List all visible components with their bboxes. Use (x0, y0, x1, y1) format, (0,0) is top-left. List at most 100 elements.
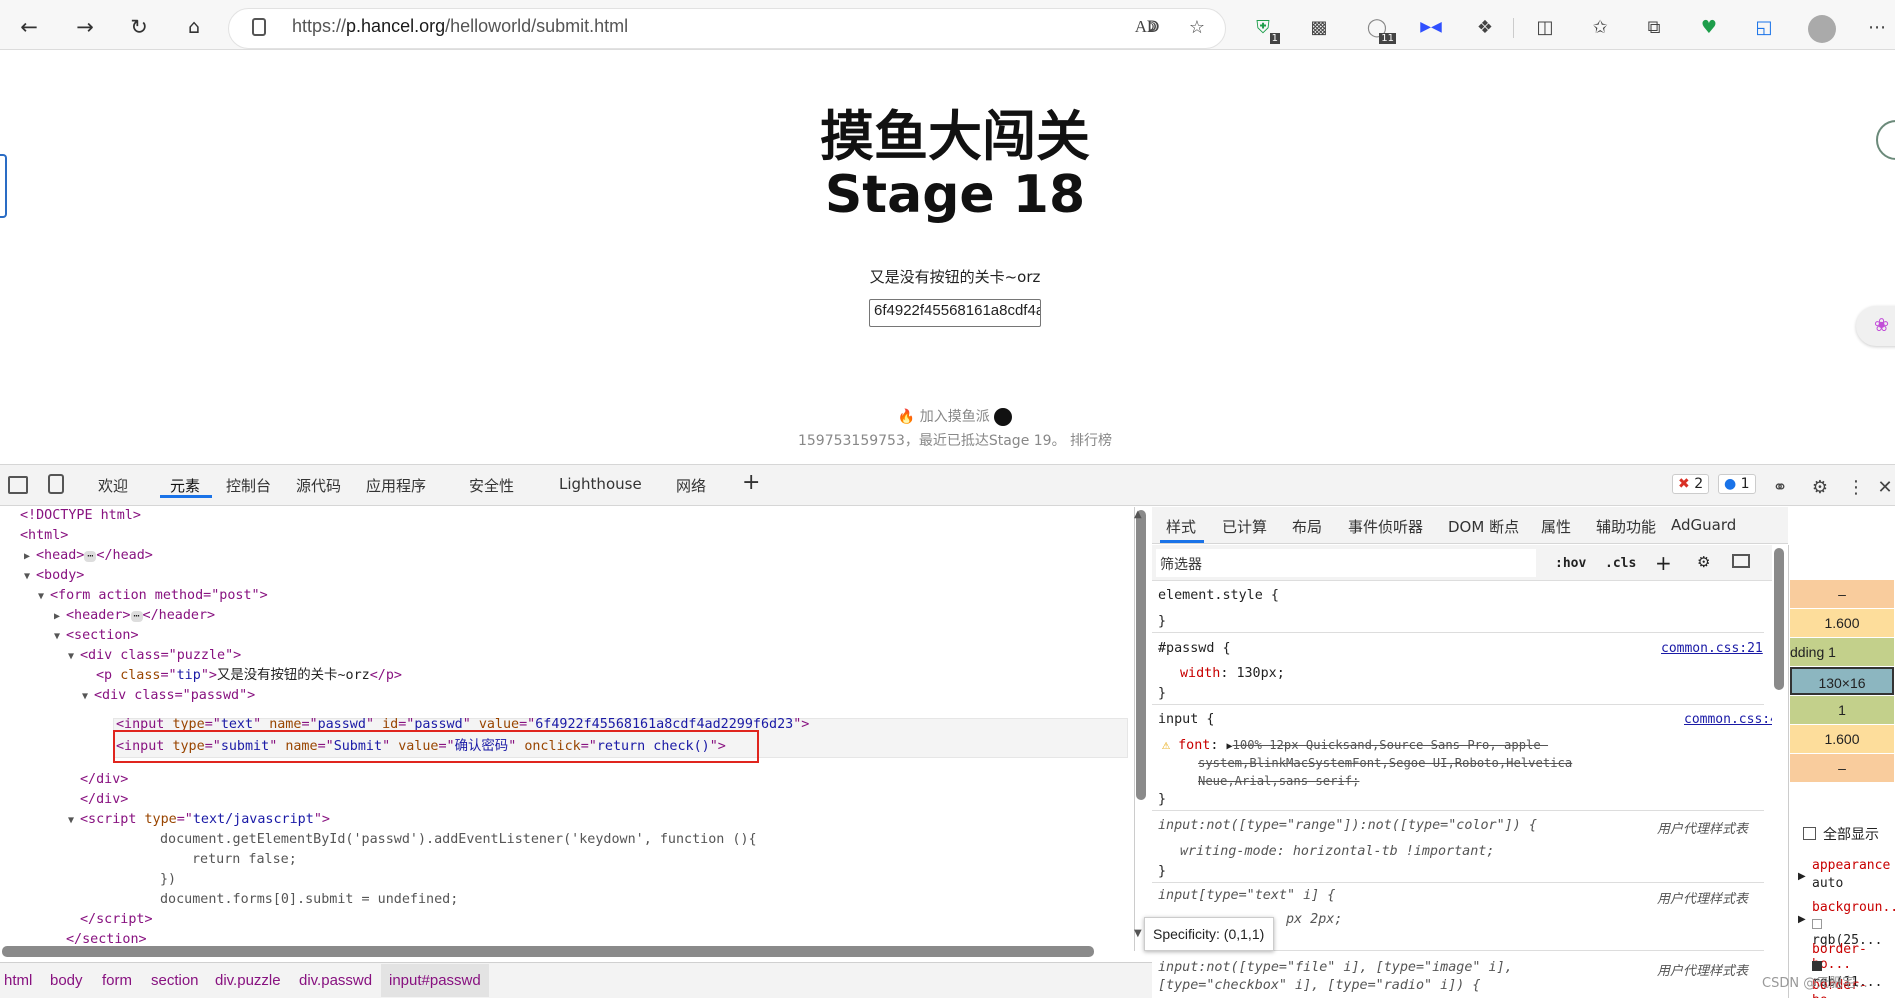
passwd-rule-source-link[interactable]: common.css:21 (1661, 641, 1763, 656)
crumb-form[interactable]: form (102, 972, 132, 989)
tab-styles[interactable]: 样式 (1166, 516, 1196, 537)
dom-p-tip[interactable]: <p class="tip">又是没有按钮的关卡~orz</p> (96, 667, 402, 685)
element-style-selector[interactable]: element.style { (1158, 588, 1279, 603)
box-padding-label[interactable]: dding 1 (1790, 638, 1894, 666)
dom-html[interactable]: <html> (20, 527, 68, 545)
profile-avatar[interactable] (1808, 15, 1836, 43)
ua-rule-3-selector[interactable]: input:not([type="file" i], [type="image"… (1158, 960, 1513, 975)
health-icon[interactable]: ♥ (1696, 14, 1722, 40)
box-border-bottom[interactable]: 1.600 (1790, 725, 1894, 753)
back-button[interactable]: ← (12, 12, 46, 42)
favorite-star-icon[interactable]: ☆ (1184, 14, 1210, 40)
ua-rule-1-declaration[interactable]: writing-mode: horizontal-tb !important; (1180, 844, 1494, 859)
box-padding-bottom[interactable]: 1 (1790, 696, 1894, 724)
ua-rule-1-selector[interactable]: input:not([type="range"]):not([type="col… (1158, 818, 1537, 833)
lock-icon[interactable] (252, 18, 266, 36)
devtools-settings-icon[interactable]: ⚙ (1807, 474, 1833, 500)
collapsed-ellipsis-icon[interactable]: ⋯ (84, 551, 97, 562)
ua-rule-3-selector-cont[interactable]: [type="checkbox" i], [type="radio" i]) { (1158, 978, 1480, 993)
styles-filter-input[interactable]: 筛选器 (1156, 549, 1536, 577)
input-font-declaration[interactable]: ⚠ font: ▶100% 12px Quicksand,Source Sans… (1162, 738, 1548, 753)
puzzle-extensions-icon[interactable]: ❖ (1472, 14, 1498, 40)
home-button[interactable]: ⌂ (177, 12, 211, 42)
dom-scrollbar-horizontal[interactable] (2, 946, 1094, 957)
collapsed-ellipsis-icon[interactable]: ⋯ (130, 611, 143, 622)
tab-layout[interactable]: 布局 (1292, 516, 1322, 537)
cls-toggle[interactable]: .cls (1605, 556, 1636, 571)
settings-more-icon[interactable]: ⋯ (1864, 14, 1890, 40)
dom-header[interactable]: ▶ <header> ⋯ </header> (54, 607, 215, 625)
message-count-badge[interactable]: ● 1 (1718, 474, 1756, 494)
tab-dom-breakpoints[interactable]: DOM 断点 (1448, 516, 1519, 537)
tab-security[interactable]: 安全性 (469, 475, 514, 496)
hov-toggle[interactable]: :hov (1555, 556, 1586, 571)
dom-div-close[interactable]: </div> (80, 771, 128, 789)
crumb-div-puzzle[interactable]: div.puzzle (215, 972, 281, 989)
show-all-checkbox[interactable] (1803, 827, 1816, 840)
paint-icon[interactable]: ⚙ (1697, 553, 1710, 571)
devtools-close-icon[interactable]: ✕ (1872, 474, 1895, 500)
collapse-icon[interactable]: ▼ (68, 812, 80, 830)
tab-properties[interactable]: 属性 (1541, 516, 1571, 537)
device-toolbar-icon[interactable] (48, 474, 64, 494)
passwd-input[interactable]: 6f4922f45568161a8cdf4ad2299f6d23 (869, 299, 1041, 327)
tab-sources[interactable]: 源代码 (296, 475, 341, 496)
dom-form[interactable]: ▼ <form action method="post"> (38, 587, 268, 605)
expand-icon[interactable]: ▶ (1798, 914, 1806, 925)
dom-scrollbar-vertical[interactable] (1136, 510, 1146, 800)
tab-adguard[interactable]: AdGuard (1671, 516, 1736, 534)
inspect-element-icon[interactable] (8, 476, 28, 494)
tab-accessibility[interactable]: 辅助功能 (1596, 516, 1656, 537)
join-link[interactable]: 🔥 加入摸鱼派 (0, 406, 1895, 426)
media-extension-icon[interactable]: ▶◀ (1418, 14, 1444, 40)
expand-icon[interactable]: ▶ (1798, 871, 1806, 882)
box-margin-top[interactable]: – (1790, 580, 1894, 608)
tab-elements[interactable]: 元素 (170, 475, 200, 496)
extension-icon[interactable]: ▩ (1306, 14, 1332, 40)
color-swatch[interactable] (1812, 919, 1822, 929)
box-margin-bottom[interactable]: – (1790, 754, 1894, 782)
tab-console[interactable]: 控制台 (226, 475, 271, 496)
globe-extension-icon[interactable]: ◯ 11 (1364, 14, 1396, 44)
tab-welcome[interactable]: 欢迎 (98, 475, 128, 496)
crumb-input-passwd[interactable]: input#passwd (381, 964, 489, 997)
dom-body[interactable]: ▼ <body> (24, 567, 84, 585)
styles-scrollbar[interactable] (1774, 548, 1784, 690)
scroll-up-icon[interactable]: ▲ (1134, 509, 1142, 520)
scroll-down-icon[interactable]: ▼ (1134, 928, 1142, 939)
tab-computed[interactable]: 已计算 (1222, 516, 1267, 537)
dom-script[interactable]: ▼ <script type="text/javascript"> (68, 811, 330, 829)
edge-icon[interactable]: ◱ (1751, 14, 1777, 40)
split-screen-icon[interactable]: ◫ (1532, 14, 1558, 40)
shield-extension-icon[interactable]: ⛨ 1 (1250, 14, 1280, 44)
expand-icon[interactable]: ▶ (24, 548, 36, 566)
computed-background[interactable]: backgroun... (1812, 900, 1895, 915)
dom-script-close[interactable]: </script> (80, 911, 153, 929)
box-border-top[interactable]: 1.600 (1790, 609, 1894, 637)
collapse-icon[interactable]: ▼ (68, 648, 80, 666)
reload-button[interactable]: ↻ (122, 12, 156, 42)
dom-doctype[interactable]: <!DOCTYPE html> (20, 507, 141, 525)
connect-icon[interactable]: ⚭ (1767, 474, 1793, 500)
dom-div-puzzle[interactable]: ▼ <div class="puzzle"> (68, 647, 241, 665)
forward-button[interactable]: → (68, 12, 102, 42)
collections-icon[interactable]: ⧉ (1641, 14, 1667, 40)
passwd-rule-declaration[interactable]: width: 130px; (1180, 666, 1285, 681)
collapse-icon[interactable]: ▼ (54, 628, 66, 646)
new-rule-icon[interactable]: + (1655, 551, 1672, 575)
read-aloud-icon[interactable]: Aↇ (1134, 14, 1160, 40)
tab-event-listeners[interactable]: 事件侦听器 (1348, 516, 1423, 537)
floating-app-button[interactable]: ❀ (1856, 306, 1895, 346)
sidebar-toggle-icon[interactable] (1732, 554, 1750, 568)
error-count-badge[interactable]: ✖ 2 (1672, 474, 1710, 494)
collapse-icon[interactable]: ▼ (82, 688, 94, 706)
dom-head[interactable]: ▶ <head> ⋯ </head> (24, 547, 153, 565)
crumb-section[interactable]: section (151, 972, 199, 989)
tab-lighthouse[interactable]: Lighthouse (559, 475, 642, 493)
favorites-icon[interactable]: ✩ (1587, 14, 1613, 40)
color-swatch[interactable] (1812, 961, 1822, 971)
dom-section[interactable]: ▼ <section> (54, 627, 139, 645)
tab-network[interactable]: 网络 (676, 475, 706, 496)
crumb-div-passwd[interactable]: div.passwd (299, 972, 372, 989)
dom-div-close-2[interactable]: </div> (80, 791, 128, 809)
